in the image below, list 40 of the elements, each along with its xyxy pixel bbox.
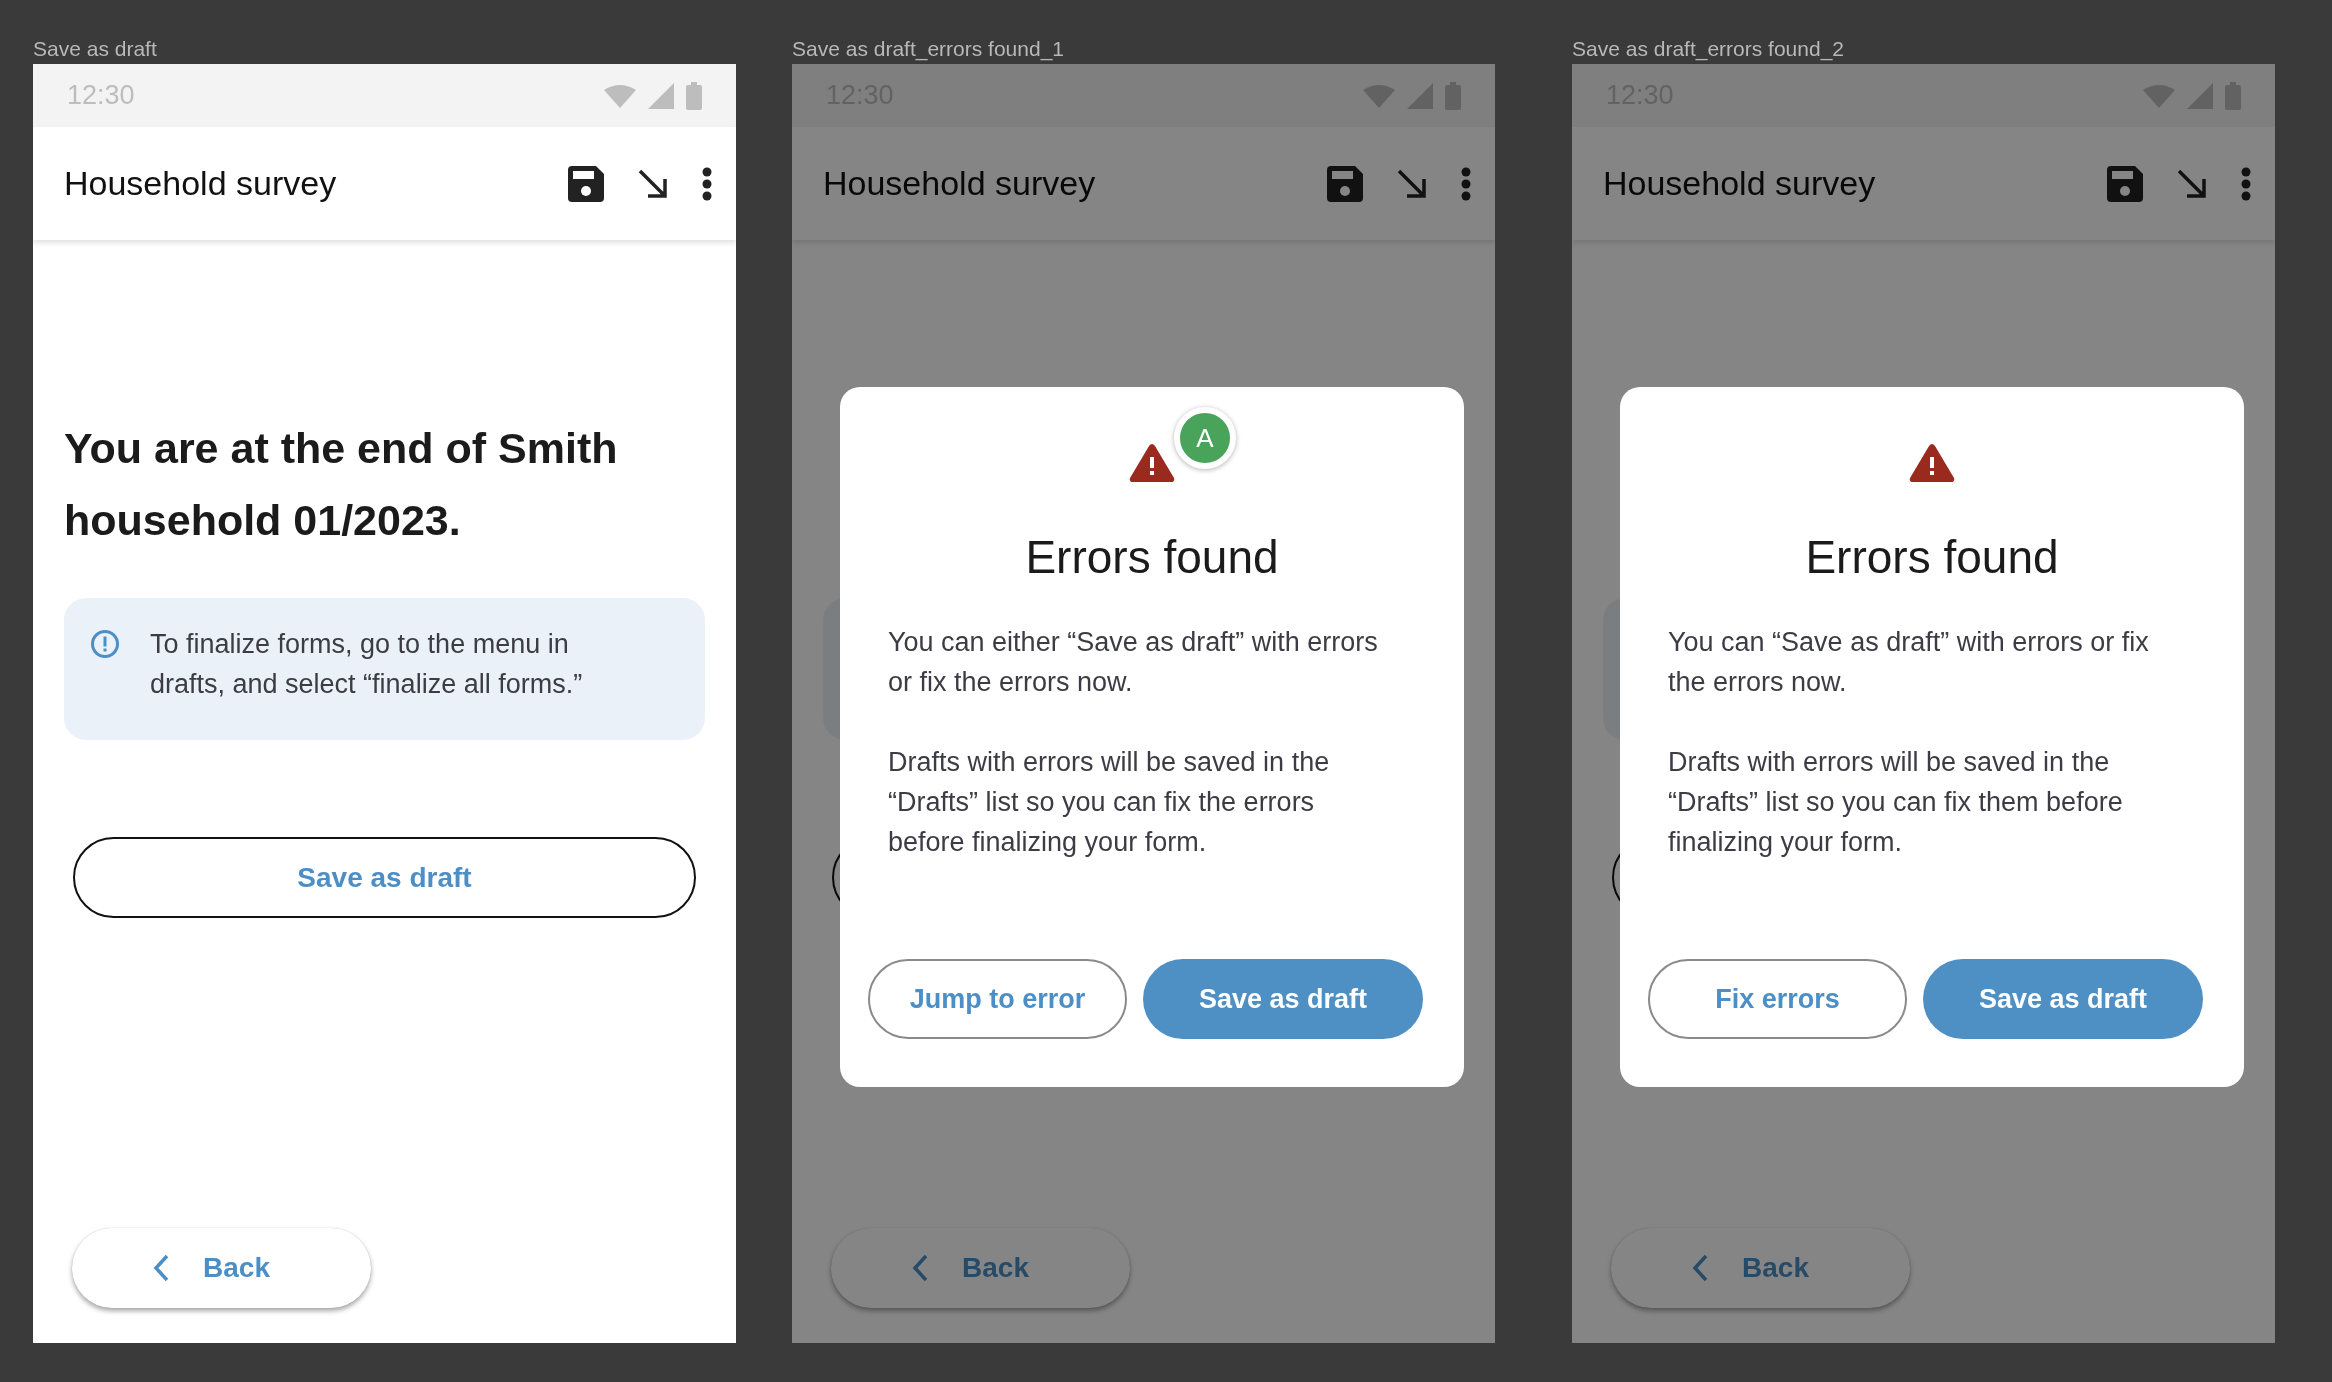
info-text: To finalize forms, go to the menu in drafts, and select “finalize all forms.” (150, 628, 583, 701)
app-title: Household survey (823, 164, 1097, 203)
page-heading: You are at the end of Smith household 01/2023. (64, 423, 619, 546)
save-icon[interactable] (568, 165, 604, 202)
chevron-left-icon (1692, 1254, 1709, 1282)
arrow-icon[interactable] (638, 168, 668, 199)
save-draft-button[interactable]: Save as draft (73, 837, 696, 918)
dialog-text: Drafts with errors will be saved in the “Drafts” list so you can fix the errors before finalizing your form. (887, 746, 1331, 859)
more-icon[interactable] (702, 166, 712, 201)
dialog-text: You can either “Save as draft” with errors or fix the errors now. (887, 626, 1379, 699)
back-button[interactable]: Back (72, 1228, 371, 1308)
save-draft-button[interactable]: Save as draft (1143, 959, 1423, 1039)
dialog-text: You can “Save as draft” with errors or fix the errors now. (1667, 626, 2150, 699)
app-title: Household survey (1603, 164, 1877, 203)
dialog-button[interactable]: Jump to error (868, 959, 1127, 1039)
info-icon (90, 629, 120, 659)
warning-icon (1909, 443, 1955, 483)
frame-label: Save as draft_errors found_1 (792, 36, 1064, 63)
app-title: Household survey (64, 164, 338, 203)
frame-label: Save as draft_errors found_2 (1572, 36, 1844, 63)
signal-icon (1407, 82, 1433, 109)
back-button[interactable]: Back (831, 1228, 1130, 1308)
signal-icon (648, 82, 674, 109)
save-draft-button[interactable]: Save as draft (1923, 959, 2203, 1039)
dialog-button[interactable]: Fix errors (1648, 959, 1907, 1039)
back-button[interactable]: Back (1611, 1228, 1910, 1308)
dialog-title: Errors found (1024, 530, 1280, 585)
wifi-icon (2143, 83, 2175, 108)
chevron-left-icon (912, 1254, 929, 1282)
dialog-title: Errors found (1804, 530, 2060, 585)
signal-icon (2187, 82, 2213, 109)
warning-icon (1129, 443, 1175, 483)
battery-icon (686, 81, 702, 110)
wifi-icon (1363, 83, 1395, 108)
battery-icon (2225, 81, 2241, 110)
battery-icon (1445, 81, 1461, 110)
dialog-text: Drafts with errors will be saved in the “Drafts” list so you can fix them before finalizing your form. (1667, 746, 2124, 859)
chevron-left-icon (153, 1254, 170, 1282)
frame-label: Save as draft (33, 36, 157, 62)
wifi-icon (604, 83, 636, 108)
